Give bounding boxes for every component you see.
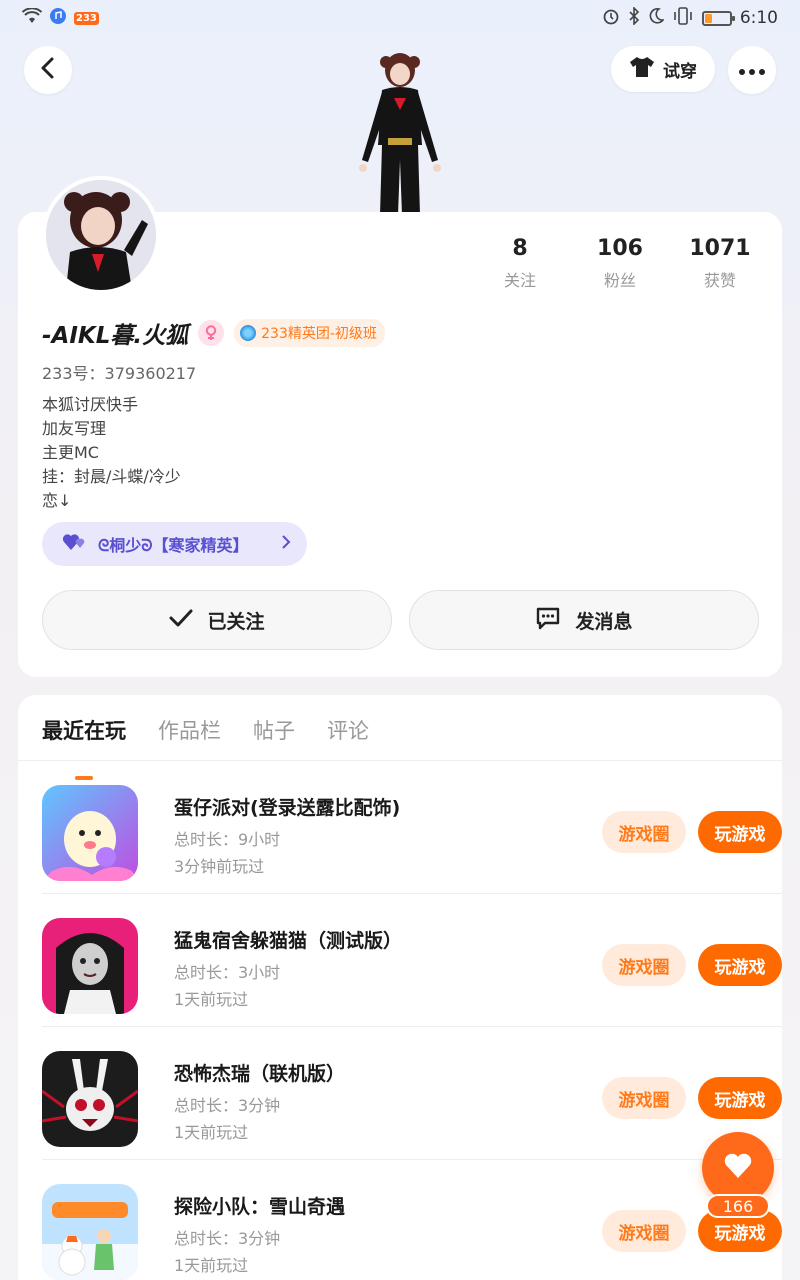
stat-following-count: 8 (512, 236, 528, 261)
heart-icon (723, 1152, 753, 1184)
check-icon (169, 608, 193, 633)
tab-works[interactable]: 作品栏 (158, 715, 221, 760)
alarm-icon (602, 7, 620, 30)
user-name: -AIKL暮.火狐 (42, 323, 189, 349)
follow-label: 已关注 (207, 610, 265, 633)
user-id: 233号：379360217 (42, 364, 197, 383)
bluetooth-icon (628, 5, 640, 30)
bio-line: 本狐讨厌快手 (42, 395, 139, 414)
status-left: 233 (21, 6, 99, 29)
tab-recent-played[interactable]: 最近在玩 (42, 715, 126, 760)
back-button[interactable] (24, 46, 72, 94)
game-circle-button[interactable]: 游戏圈 (602, 1210, 686, 1252)
hearts-icon (62, 532, 88, 556)
moon-icon (648, 7, 665, 29)
name-row: -AIKL暮.火狐 233精英团-初级班 (42, 316, 385, 350)
follow-button[interactable]: 已关注 (42, 590, 392, 650)
avatar-3d-figure (350, 50, 450, 215)
game-title: 蛋仔派对(登录送露比配饰) (174, 797, 401, 819)
game-icon-ghost-dorm[interactable] (42, 918, 138, 1014)
try-on-label: 试穿 (663, 61, 697, 82)
rank-badge[interactable]: 233精英团-初级班 (234, 319, 385, 347)
game-row[interactable]: 猛鬼宿舍躲猫猫（测试版） 总时长：3小时 1天前玩过 游戏圈 玩游戏 (42, 894, 782, 1027)
game-duration: 总时长：3分钟 (174, 1096, 281, 1115)
game-icon-horror-jerry[interactable] (42, 1051, 138, 1147)
try-on-button[interactable]: 试穿 (611, 46, 715, 92)
female-gender-icon (198, 320, 225, 346)
shirt-icon (629, 56, 655, 83)
game-duration: 总时长：3分钟 (174, 1229, 281, 1248)
vibrate-icon (672, 6, 694, 30)
tab-comments[interactable]: 评论 (327, 715, 369, 760)
more-icon (738, 61, 766, 80)
play-game-button[interactable]: 玩游戏 (698, 811, 782, 853)
stat-fans[interactable]: 106 粉丝 (570, 236, 670, 291)
more-button[interactable] (728, 46, 776, 94)
profile-tabs: 最近在玩 作品栏 帖子 评论 (18, 695, 782, 761)
game-row[interactable]: 探险小队：雪山奇遇 总时长：3分钟 1天前玩过 游戏圈 玩游戏 (42, 1160, 782, 1280)
bio-line: 挂：封晨/斗蝶/冷少 (42, 467, 181, 486)
game-circle-button[interactable]: 游戏圈 (602, 1077, 686, 1119)
stat-likes-label: 获赞 (703, 271, 736, 290)
message-label: 发消息 (575, 610, 633, 633)
game-row[interactable]: 恐怖杰瑞（联机版） 总时长：3分钟 1天前玩过 游戏圈 玩游戏 (42, 1027, 782, 1160)
bio: 本狐讨厌快手 加友写理 主更MC 挂：封晨/斗蝶/冷少 恋↓ (42, 393, 181, 513)
relation-tag[interactable]: ᘓ桐少ᘐ【寒家精英】 (42, 522, 307, 566)
game-icon-eggy-party[interactable] (42, 785, 138, 881)
status-right: 6:10 (602, 5, 778, 30)
stat-likes-count: 1071 (689, 236, 751, 261)
game-icon-snow-adventure[interactable] (42, 1184, 138, 1280)
game-last-played: 1天前玩过 (174, 1256, 249, 1275)
like-count-badge: 166 (706, 1194, 770, 1218)
game-title: 恐怖杰瑞（联机版） (174, 1063, 346, 1085)
stat-likes[interactable]: 1071 获赞 (670, 236, 770, 291)
battery-icon (701, 10, 735, 26)
stat-fans-label: 粉丝 (603, 271, 636, 290)
bio-line: 主更MC (42, 443, 99, 462)
game-circle-button[interactable]: 游戏圈 (602, 944, 686, 986)
status-bar: 233 6:10 (0, 0, 800, 36)
game-duration: 总时长：9小时 (174, 830, 281, 849)
play-game-button[interactable]: 玩游戏 (698, 1077, 782, 1119)
stat-fans-count: 106 (597, 236, 643, 261)
games-card: 最近在玩 作品栏 帖子 评论 蛋仔派对(登录送露比配饰) 总时长：9小时 3分钟… (18, 695, 782, 1280)
relation-tag-label: ᘓ桐少ᘐ【寒家精英】 (98, 536, 249, 555)
chevron-right-icon (281, 534, 291, 555)
game-last-played: 1天前玩过 (174, 990, 249, 1009)
game-last-played: 3分钟前玩过 (174, 857, 265, 876)
music-icon (50, 7, 66, 29)
game-duration: 总时长：3小时 (174, 963, 281, 982)
game-title: 猛鬼宿舍躲猫猫（测试版） (174, 930, 403, 952)
back-icon (39, 57, 57, 83)
chat-icon (535, 605, 561, 636)
stat-following[interactable]: 8 关注 (470, 236, 570, 291)
game-last-played: 1天前玩过 (174, 1123, 249, 1142)
battery-level (704, 13, 712, 23)
message-button[interactable]: 发消息 (409, 590, 759, 650)
app-badge-icon: 233 (74, 11, 99, 25)
bio-line: 加友写理 (42, 419, 107, 438)
bio-line: 恋↓ (42, 491, 72, 510)
tab-posts[interactable]: 帖子 (253, 715, 295, 760)
game-row[interactable]: 蛋仔派对(登录送露比配饰) 总时长：9小时 3分钟前玩过 游戏圈 玩游戏 (42, 761, 782, 894)
stat-following-label: 关注 (503, 271, 536, 290)
play-game-button[interactable]: 玩游戏 (698, 944, 782, 986)
wifi-icon (21, 6, 43, 29)
rank-badge-label: 233精英团-初级班 (261, 326, 377, 342)
clock-time: 6:10 (739, 8, 778, 28)
rank-medal-icon (240, 325, 257, 341)
avatar[interactable] (42, 176, 160, 294)
game-title: 探险小队：雪山奇遇 (174, 1196, 346, 1218)
game-circle-button[interactable]: 游戏圈 (602, 811, 686, 853)
stats-row: 8 关注 106 粉丝 1071 获赞 (470, 236, 770, 291)
